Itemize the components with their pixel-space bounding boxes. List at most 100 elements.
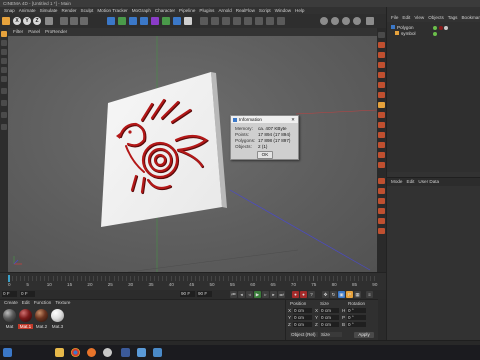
object-menu-view[interactable]: View xyxy=(414,14,424,22)
close-icon[interactable]: ✕ xyxy=(291,116,295,123)
material-swatch[interactable] xyxy=(3,309,16,322)
plugin-icon[interactable] xyxy=(378,178,385,184)
undo-icon[interactable] xyxy=(2,17,10,25)
make-editable-icon[interactable] xyxy=(1,31,7,37)
object-menu-edit[interactable]: Edit xyxy=(402,14,410,22)
viewport-menu-prorender[interactable]: ProRender xyxy=(45,28,67,36)
record-icon[interactable]: ● xyxy=(292,291,299,298)
plugin-icon[interactable] xyxy=(378,52,385,58)
deformer-icon[interactable] xyxy=(151,17,159,25)
pla-key-icon[interactable]: ▦ xyxy=(354,291,361,298)
start-icon[interactable] xyxy=(3,348,12,357)
timeline-ruler[interactable] xyxy=(8,276,378,281)
timeline-menu-icon[interactable]: ≡ xyxy=(366,291,373,298)
viewport-menu-panel[interactable]: Panel xyxy=(28,28,40,36)
material-tag-icon[interactable] xyxy=(439,26,443,30)
plugin-icon[interactable] xyxy=(378,62,385,68)
play-icon[interactable]: ▶ xyxy=(254,291,261,298)
material-name[interactable]: Mat xyxy=(2,324,17,329)
position-x-field[interactable]: 0 cm xyxy=(293,308,312,313)
menu-animate[interactable]: Animate xyxy=(19,7,36,14)
prev-key-icon[interactable]: ◂ xyxy=(238,291,245,298)
array-icon[interactable] xyxy=(140,17,148,25)
menu-mograph[interactable]: MoGraph xyxy=(132,7,151,14)
material-menu-create[interactable]: Create xyxy=(4,300,18,306)
chrome-icon[interactable] xyxy=(71,348,80,357)
timeline[interactable]: 0 5 10 15 20 25 30 35 40 45 50 55 60 65 70 75 80 85 90 xyxy=(0,272,386,291)
render-settings-icon[interactable] xyxy=(80,17,88,25)
rotation-p-field[interactable]: 0 ° xyxy=(347,315,366,320)
tool-icon[interactable] xyxy=(233,17,241,25)
menu-help[interactable]: Help xyxy=(295,7,304,14)
ok-button[interactable]: OK xyxy=(257,151,273,159)
plugin-icon[interactable] xyxy=(378,228,385,234)
plugin-icon[interactable] xyxy=(378,82,385,88)
menu-simulate[interactable]: Simulate xyxy=(40,7,58,14)
size-x-field[interactable]: 0 cm xyxy=(320,308,339,313)
material-menu-edit[interactable]: Edit xyxy=(22,300,30,306)
rotation-h-field[interactable]: 0 ° xyxy=(347,308,366,313)
axis-mode-icon[interactable] xyxy=(1,88,7,94)
plugin-icon[interactable] xyxy=(378,92,385,98)
x-axis-button[interactable]: X xyxy=(13,17,21,25)
media-icon[interactable] xyxy=(121,348,130,357)
plugin-icon[interactable] xyxy=(378,122,385,128)
plugin-icon[interactable] xyxy=(378,162,385,168)
size-z-field[interactable]: 0 cm xyxy=(320,322,339,327)
object-menu-tags[interactable]: Tags xyxy=(448,14,458,22)
menu-character[interactable]: Character xyxy=(155,7,175,14)
plugin-icon[interactable] xyxy=(378,42,385,48)
check-icon[interactable] xyxy=(433,32,437,36)
size-mode-dropdown[interactable]: Size xyxy=(320,332,342,337)
max-frame-field[interactable]: 90 F xyxy=(197,291,212,297)
material-name[interactable]: Mat.2 xyxy=(34,324,49,329)
position-y-field[interactable]: 0 cm xyxy=(293,315,312,320)
menu-window[interactable]: Window xyxy=(275,7,291,14)
plugin-icon[interactable] xyxy=(378,132,385,138)
position-z-field[interactable]: 0 cm xyxy=(293,322,312,327)
object-menu-objects[interactable]: Objects xyxy=(428,14,444,22)
tool-icon[interactable] xyxy=(200,17,208,25)
object-row[interactable]: symbol xyxy=(395,31,480,37)
y-axis-button[interactable]: Y xyxy=(23,17,31,25)
interactive-render-icon[interactable] xyxy=(331,17,339,25)
tool-icon[interactable] xyxy=(277,17,285,25)
material-name-selected[interactable]: Mat.1 xyxy=(18,324,33,329)
menu-motion-tracker[interactable]: Motion Tracker xyxy=(97,7,127,14)
workplane-icon[interactable] xyxy=(353,17,361,25)
current-frame-field[interactable]: 0 F xyxy=(20,291,35,297)
tool-icon[interactable] xyxy=(266,17,274,25)
cube-icon[interactable] xyxy=(107,17,115,25)
snap-toggle-icon[interactable] xyxy=(1,112,7,118)
rotate-key-icon[interactable]: ↻ xyxy=(330,291,337,298)
model-mode-icon[interactable] xyxy=(1,40,7,46)
tweak-mode-icon[interactable] xyxy=(1,100,7,106)
next-key-icon[interactable]: ▸ xyxy=(270,291,277,298)
material-swatch[interactable] xyxy=(51,309,64,322)
size-y-field[interactable]: 0 cm xyxy=(320,315,339,320)
texture-mode-icon[interactable] xyxy=(1,49,7,55)
tool-icon[interactable] xyxy=(211,17,219,25)
render-view-icon[interactable] xyxy=(60,17,68,25)
folder-icon[interactable] xyxy=(55,348,64,357)
material-tag-icon[interactable] xyxy=(444,26,448,30)
rotation-b-field[interactable]: 0 ° xyxy=(347,322,366,327)
plugin-icon[interactable] xyxy=(378,72,385,78)
layout-icon[interactable] xyxy=(366,17,374,25)
polygons-mode-icon[interactable] xyxy=(1,76,7,82)
camera-icon[interactable] xyxy=(173,17,181,25)
plugin-icon[interactable] xyxy=(378,188,385,194)
subdivision-icon[interactable] xyxy=(129,17,137,25)
attributes-menu-edit[interactable]: Edit xyxy=(407,178,415,186)
snap-icon[interactable] xyxy=(342,17,350,25)
points-mode-icon[interactable] xyxy=(1,58,7,64)
autokey-icon[interactable]: ● xyxy=(300,291,307,298)
menu-sculpt[interactable]: Sculpt xyxy=(81,7,94,14)
next-frame-icon[interactable]: ▹ xyxy=(262,291,269,298)
playhead[interactable] xyxy=(8,275,10,282)
key-selection-icon[interactable]: ? xyxy=(308,291,315,298)
attributes-menu-mode[interactable]: Mode xyxy=(391,178,403,186)
floor-icon[interactable] xyxy=(162,17,170,25)
plugin-icon[interactable] xyxy=(378,198,385,204)
light-icon[interactable] xyxy=(184,17,192,25)
